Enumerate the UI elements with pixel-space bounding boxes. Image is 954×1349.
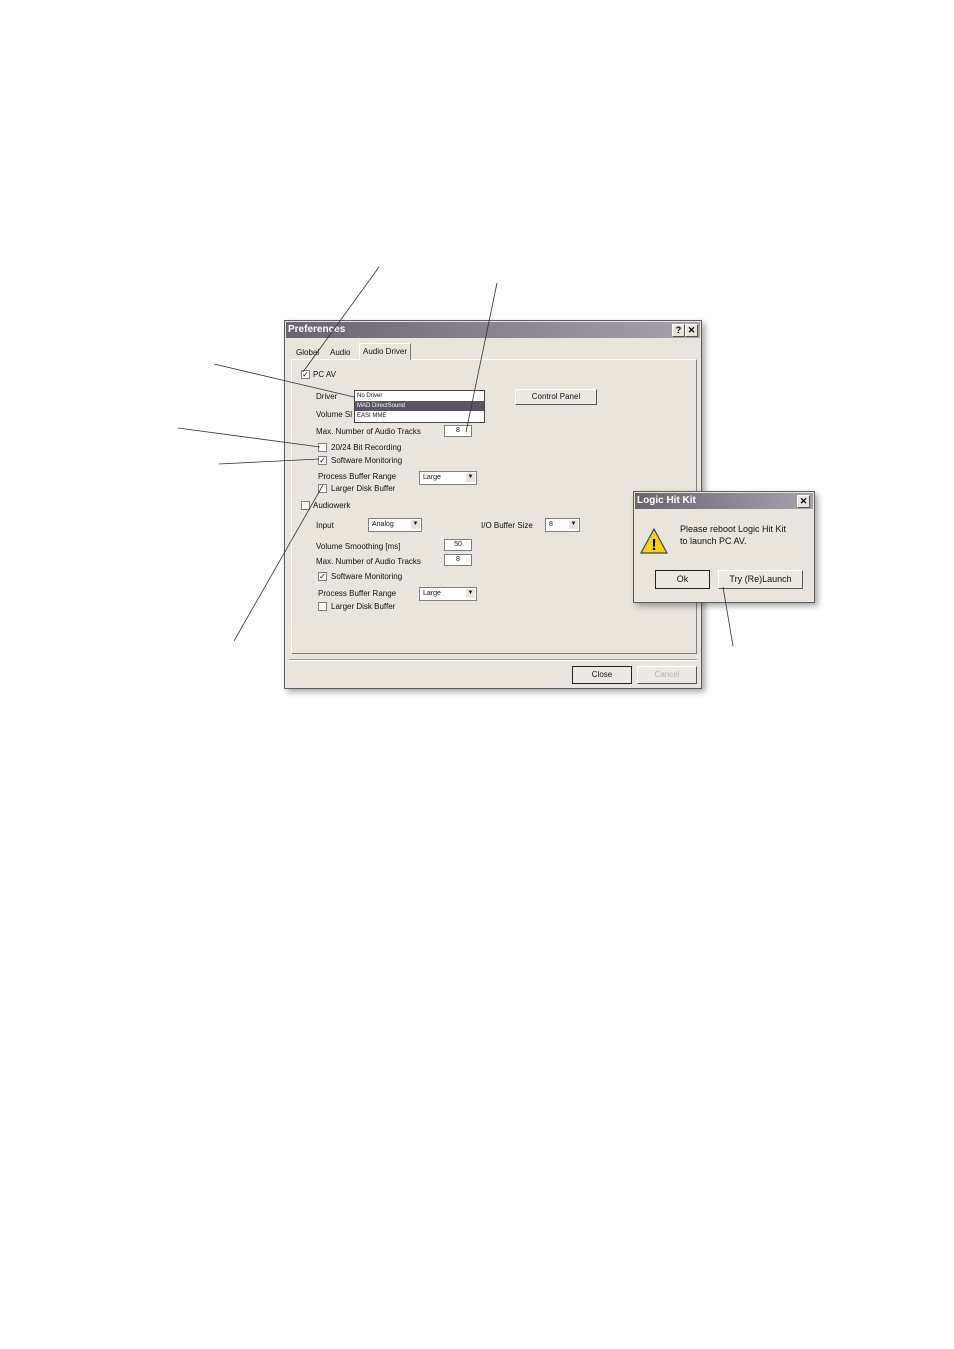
warning-icon: ! bbox=[640, 528, 668, 554]
software-monitoring-label: Software Monitoring bbox=[331, 572, 403, 581]
driver-option-directsound[interactable]: MAD DirectSound bbox=[355, 401, 484, 411]
close-icon[interactable]: ✕ bbox=[685, 324, 698, 337]
input-value: Analog bbox=[372, 521, 394, 528]
try-relaunch-button[interactable]: Try (Re)Launch bbox=[718, 570, 803, 589]
input-select[interactable]: Analog ▼ bbox=[368, 518, 422, 532]
buffer-range-label: Process Buffer Range bbox=[318, 472, 397, 481]
svg-text:!: ! bbox=[651, 537, 656, 554]
buffer-range-select[interactable]: Large ▼ bbox=[419, 471, 477, 485]
larger-disk-buffer-checkbox[interactable] bbox=[318, 484, 327, 493]
tab-audio-driver[interactable]: Audio Driver bbox=[359, 343, 412, 360]
larger-disk-buffer-checkbox[interactable] bbox=[318, 602, 327, 611]
buffer-range-value: Large bbox=[423, 474, 441, 481]
driver-option-no-driver[interactable]: No Driver bbox=[355, 391, 484, 401]
software-monitoring-checkbox[interactable]: ✓ bbox=[318, 456, 327, 465]
pcav-checkbox[interactable]: ✓ bbox=[301, 370, 310, 379]
pcav-label: PC AV bbox=[313, 370, 336, 379]
tab-global[interactable]: Global bbox=[293, 346, 322, 360]
close-button[interactable]: Close bbox=[572, 666, 632, 684]
max-tracks-label: Max. Number of Audio Tracks bbox=[316, 427, 421, 436]
software-monitoring-label: Software Monitoring bbox=[331, 456, 403, 465]
recording-2024-checkbox[interactable] bbox=[318, 443, 327, 452]
control-panel-button[interactable]: Control Panel bbox=[515, 389, 597, 405]
buffer-range-label: Process Buffer Range bbox=[318, 589, 397, 598]
ok-button[interactable]: Ok bbox=[655, 570, 710, 589]
audiowerk-checkbox[interactable] bbox=[301, 501, 310, 510]
chevron-down-icon[interactable]: ▼ bbox=[411, 520, 420, 529]
chevron-down-icon[interactable]: ▼ bbox=[466, 589, 475, 598]
buffer-range-value: Large bbox=[423, 590, 441, 597]
audiowerk-label: Audiowerk bbox=[313, 501, 351, 510]
alert-message-line2: to launch PC AV. bbox=[680, 536, 747, 546]
cancel-button[interactable]: Cancel bbox=[637, 666, 697, 684]
software-monitoring-checkbox[interactable]: ✓ bbox=[318, 572, 327, 581]
max-tracks-field[interactable]: 8 bbox=[444, 425, 472, 437]
chevron-down-icon[interactable]: ▼ bbox=[569, 520, 578, 529]
max-tracks-label: Max. Number of Audio Tracks bbox=[316, 557, 421, 566]
driver-label: Driver bbox=[316, 392, 338, 401]
larger-disk-buffer-label: Larger Disk Buffer bbox=[331, 484, 396, 493]
chevron-down-icon[interactable]: ▼ bbox=[466, 473, 475, 482]
alert-title: Logic Hit Kit bbox=[637, 495, 696, 506]
volume-smoothing-label: Volume Smoothing [ms] bbox=[316, 542, 401, 551]
larger-disk-buffer-label: Larger Disk Buffer bbox=[331, 602, 396, 611]
volume-smoothing-label: Volume Sl bbox=[316, 410, 353, 419]
volume-smoothing-field[interactable]: 50 bbox=[444, 539, 472, 551]
buffer-range-select[interactable]: Large ▼ bbox=[419, 587, 477, 601]
tab-audio[interactable]: Audio bbox=[327, 346, 353, 360]
help-button[interactable]: ? bbox=[672, 324, 685, 337]
close-icon[interactable]: ✕ bbox=[797, 495, 810, 508]
alert-message-line1: Please reboot Logic Hit Kit bbox=[680, 524, 787, 534]
bottom-divider bbox=[289, 659, 697, 661]
logic-hit-kit-alert: Logic Hit Kit ✕ ! Please reboot Logic Hi… bbox=[633, 491, 815, 603]
preferences-title: Preferences bbox=[288, 324, 346, 335]
driver-option-mme[interactable]: EASI MME bbox=[355, 411, 484, 421]
driver-dropdown-list[interactable]: No Driver MAD DirectSound EASI MME bbox=[354, 390, 485, 423]
io-buffer-value: 8 bbox=[549, 521, 553, 528]
max-tracks-field[interactable]: 8 bbox=[444, 554, 472, 566]
io-buffer-select[interactable]: 8 ▼ bbox=[545, 518, 580, 532]
io-buffer-label: I/O Buffer Size bbox=[481, 521, 533, 530]
alert-titlebar[interactable]: Logic Hit Kit ✕ bbox=[635, 493, 813, 509]
preferences-titlebar[interactable]: Preferences ? ✕ bbox=[286, 322, 700, 338]
input-label: Input bbox=[316, 521, 334, 530]
recording-2024-label: 20/24 Bit Recording bbox=[331, 443, 402, 452]
